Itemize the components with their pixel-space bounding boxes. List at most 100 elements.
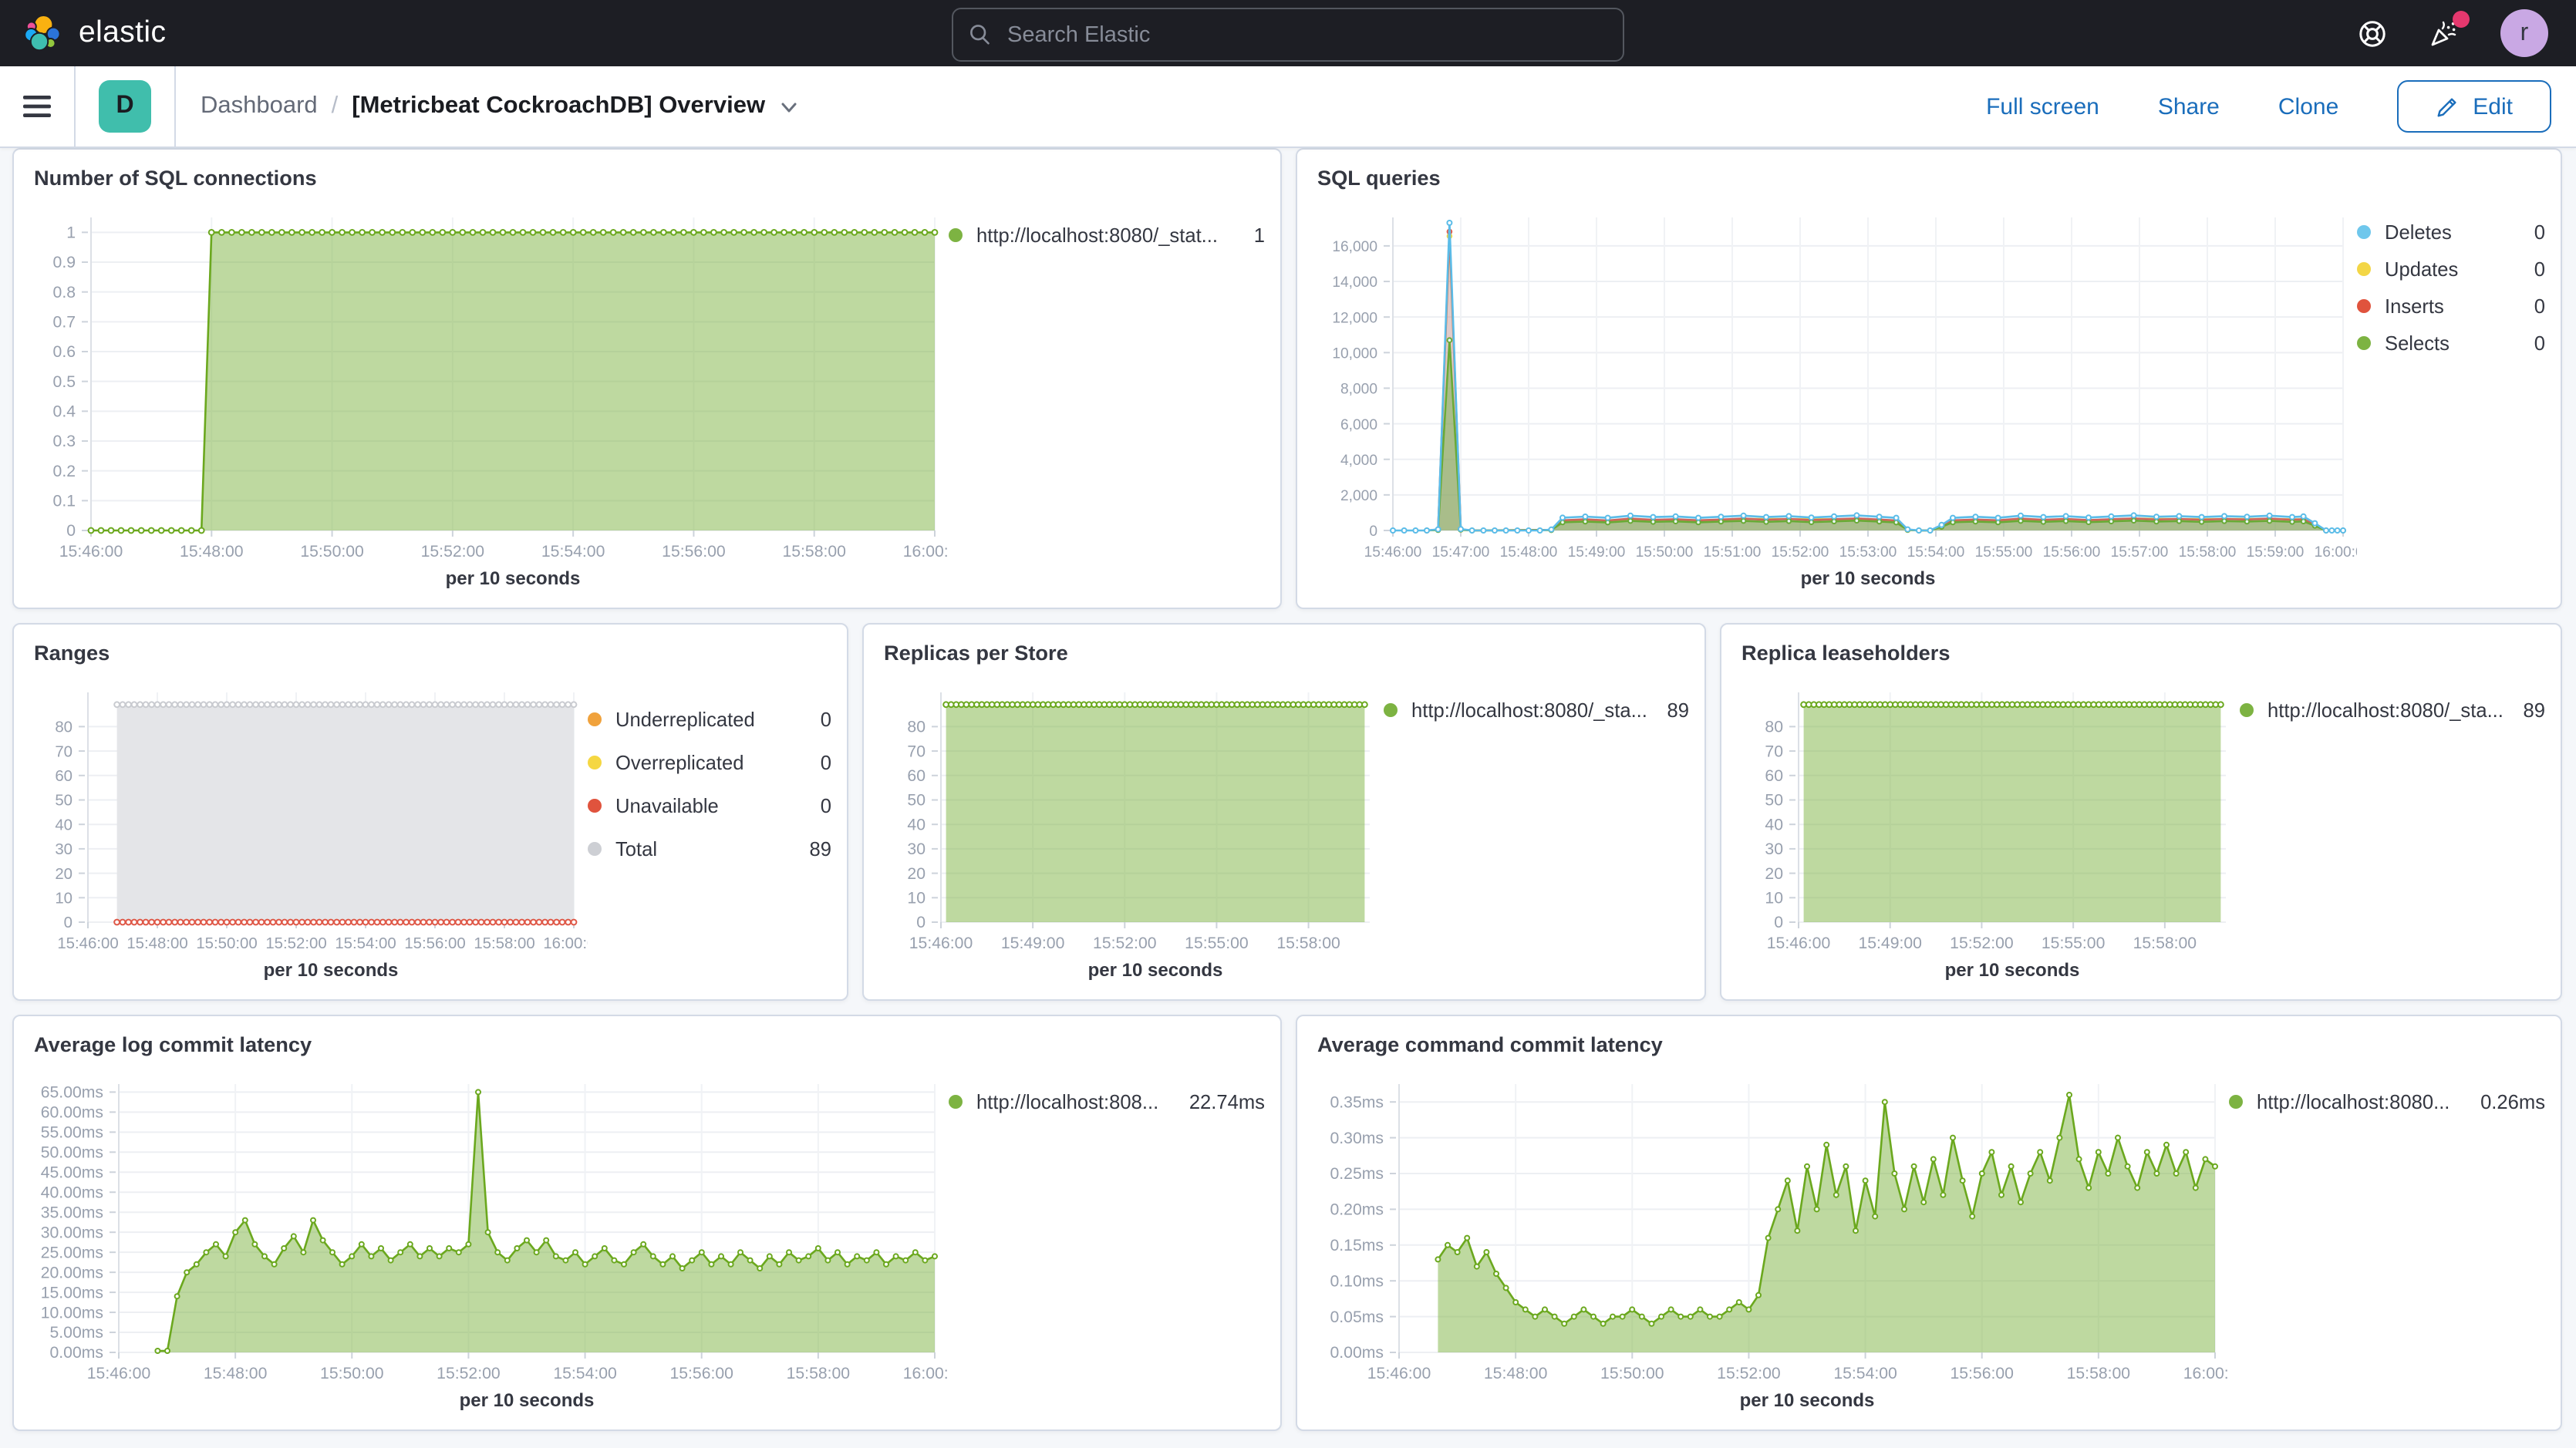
replicas-per-store-chart[interactable]: 0102030405060708015:46:0015:49:0015:52:0… — [879, 674, 1384, 987]
svg-text:15:50:00: 15:50:00 — [1636, 544, 1694, 561]
divider — [174, 66, 176, 146]
svg-text:15:46:00: 15:46:00 — [1367, 1365, 1431, 1382]
legend-item[interactable]: Deletes0 — [2357, 221, 2545, 244]
svg-text:30: 30 — [1765, 840, 1783, 858]
svg-text:10: 10 — [907, 889, 926, 907]
full-screen-button[interactable]: Full screen — [1986, 93, 2099, 120]
legend-value: 0 — [805, 708, 831, 731]
legend-dot — [2357, 262, 2371, 276]
svg-text:15:50:00: 15:50:00 — [196, 935, 257, 952]
svg-text:30: 30 — [55, 841, 72, 858]
number-of-sql-connections-chart[interactable]: 00.10.20.30.40.50.60.70.80.9115:46:0015:… — [29, 199, 949, 595]
elastic-logo-icon — [23, 12, 65, 54]
legend-item[interactable]: Updates0 — [2357, 258, 2545, 281]
chart-area[interactable]: 00.10.20.30.40.50.60.70.80.9115:46:0015:… — [29, 199, 949, 595]
ranges-chart[interactable]: 0102030405060708015:46:0015:48:0015:50:0… — [29, 674, 588, 987]
chart-area[interactable]: 0.00ms5.00ms10.00ms15.00ms20.00ms25.00ms… — [29, 1066, 949, 1417]
svg-text:15:52:00: 15:52:00 — [1093, 934, 1156, 952]
panel-title[interactable]: Average command commit latency — [1317, 1032, 2545, 1059]
newsfeed-icon[interactable] — [2428, 17, 2460, 49]
replica-leaseholders-chart[interactable]: 0102030405060708015:46:0015:49:0015:52:0… — [1737, 674, 2240, 987]
legend-item[interactable]: http://localhost:8080...0.26ms — [2229, 1090, 2545, 1113]
legend-label: Updates — [2385, 258, 2458, 281]
panel-title[interactable]: Replica leaseholders — [1741, 640, 2545, 668]
chart-area[interactable]: 0102030405060708015:46:0015:49:0015:52:0… — [879, 674, 1384, 987]
average-command-commit-latency-chart[interactable]: 0.00ms0.05ms0.10ms0.15ms0.20ms0.25ms0.30… — [1313, 1066, 2229, 1417]
legend-dot — [588, 799, 602, 813]
svg-text:per 10 seconds: per 10 seconds — [1801, 568, 1936, 589]
legend-item[interactable]: http://localhost:8080/_sta...89 — [1384, 699, 1689, 722]
chart-legend: http://localhost:808...22.74ms — [949, 1066, 1265, 1417]
panel-replica-leaseholders: Replica leaseholders 0102030405060708015… — [1720, 623, 2562, 1001]
share-button[interactable]: Share — [2158, 93, 2220, 120]
menu-icon[interactable] — [0, 66, 74, 146]
svg-text:12,000: 12,000 — [1332, 310, 1377, 326]
sql-queries-chart[interactable]: 02,0004,0006,0008,00010,00012,00014,0001… — [1313, 199, 2357, 595]
svg-text:15:49:00: 15:49:00 — [1001, 934, 1064, 952]
legend-item[interactable]: Inserts0 — [2357, 295, 2545, 318]
brand-text: elastic — [79, 15, 166, 51]
toolbar-actions: Full screen Share Clone Edit — [1986, 80, 2576, 133]
legend-value: 1 — [1239, 224, 1265, 247]
svg-text:per 10 seconds: per 10 seconds — [264, 960, 399, 981]
legend-item[interactable]: http://localhost:8080/_stat...1 — [949, 224, 1265, 247]
legend-item[interactable]: Overreplicated0 — [588, 751, 831, 774]
svg-text:40: 40 — [55, 817, 72, 833]
svg-text:15:53:00: 15:53:00 — [1839, 544, 1897, 561]
panel-title[interactable]: Ranges — [34, 640, 831, 668]
svg-text:15:56:00: 15:56:00 — [404, 935, 465, 952]
svg-text:15:50:00: 15:50:00 — [320, 1365, 383, 1382]
svg-text:0.1: 0.1 — [53, 493, 76, 510]
panel-title[interactable]: SQL queries — [1317, 165, 2545, 193]
legend-label: Total — [615, 837, 657, 860]
legend-item[interactable]: Underreplicated 0 — [588, 708, 831, 731]
breadcrumb-dashboard-link[interactable]: Dashboard — [201, 93, 318, 120]
chart-area[interactable]: 0102030405060708015:46:0015:48:0015:50:0… — [29, 674, 588, 987]
help-icon[interactable] — [2357, 18, 2388, 49]
legend-item[interactable]: Total89 — [588, 837, 831, 860]
legend-item[interactable]: Selects0 — [2357, 332, 2545, 355]
panel-title[interactable]: Replicas per Store — [884, 640, 1689, 668]
chart-area[interactable]: 02,0004,0006,0008,00010,00012,00014,0001… — [1313, 199, 2357, 595]
svg-text:15:48:00: 15:48:00 — [180, 543, 243, 561]
svg-text:0.15ms: 0.15ms — [1330, 1237, 1384, 1254]
svg-text:15:58:00: 15:58:00 — [1276, 934, 1340, 952]
svg-text:15:52:00: 15:52:00 — [1950, 934, 2013, 952]
svg-text:15:48:00: 15:48:00 — [204, 1365, 267, 1382]
svg-text:50: 50 — [907, 792, 926, 810]
panel-sql-queries: SQL queries 02,0004,0006,0008,00010,0001… — [1296, 148, 2562, 609]
avatar-initial: r — [2520, 19, 2529, 47]
svg-text:15:49:00: 15:49:00 — [1858, 934, 1921, 952]
svg-text:2,000: 2,000 — [1340, 488, 1377, 504]
svg-text:15:52:00: 15:52:00 — [1772, 544, 1829, 561]
chart-legend: Deletes0 Updates0 Inserts0 Selects0 — [2357, 199, 2545, 595]
average-log-commit-latency-chart[interactable]: 0.00ms5.00ms10.00ms15.00ms20.00ms25.00ms… — [29, 1066, 949, 1417]
search-input[interactable] — [1004, 21, 1607, 49]
chevron-down-icon[interactable] — [779, 96, 799, 116]
svg-text:0.5: 0.5 — [53, 373, 76, 391]
svg-text:80: 80 — [907, 719, 926, 736]
edit-button[interactable]: Edit — [2397, 80, 2551, 133]
panel-title[interactable]: Average log commit latency — [34, 1032, 1265, 1059]
chart-area[interactable]: 0102030405060708015:46:0015:49:0015:52:0… — [1737, 674, 2240, 987]
global-search[interactable] — [952, 8, 1624, 62]
legend-item[interactable]: http://localhost:8080/_sta...89 — [2240, 699, 2545, 722]
user-avatar[interactable]: r — [2500, 9, 2548, 57]
svg-text:20.00ms: 20.00ms — [41, 1264, 103, 1281]
svg-text:5.00ms: 5.00ms — [50, 1324, 103, 1342]
panel-average-command-commit-latency: Average command commit latency 0.00ms0.0… — [1296, 1015, 2562, 1431]
legend-label: Underreplicated — [615, 708, 755, 731]
panel-title[interactable]: Number of SQL connections — [34, 165, 1265, 193]
svg-text:70: 70 — [907, 743, 926, 760]
legend-item[interactable]: http://localhost:808...22.74ms — [949, 1090, 1265, 1113]
legend-dot — [588, 842, 602, 856]
kibana-dashboard-page: elastic — [0, 0, 2576, 1448]
svg-text:4,000: 4,000 — [1340, 453, 1377, 469]
elastic-logo[interactable]: elastic — [0, 12, 166, 54]
clone-button[interactable]: Clone — [2278, 93, 2338, 120]
svg-text:0.00ms: 0.00ms — [50, 1344, 103, 1362]
svg-text:15:56:00: 15:56:00 — [2043, 544, 2101, 561]
dashboard-badge[interactable]: D — [99, 80, 151, 133]
chart-area[interactable]: 0.00ms0.05ms0.10ms0.15ms0.20ms0.25ms0.30… — [1313, 1066, 2229, 1417]
legend-item[interactable]: Unavailable0 — [588, 794, 831, 817]
